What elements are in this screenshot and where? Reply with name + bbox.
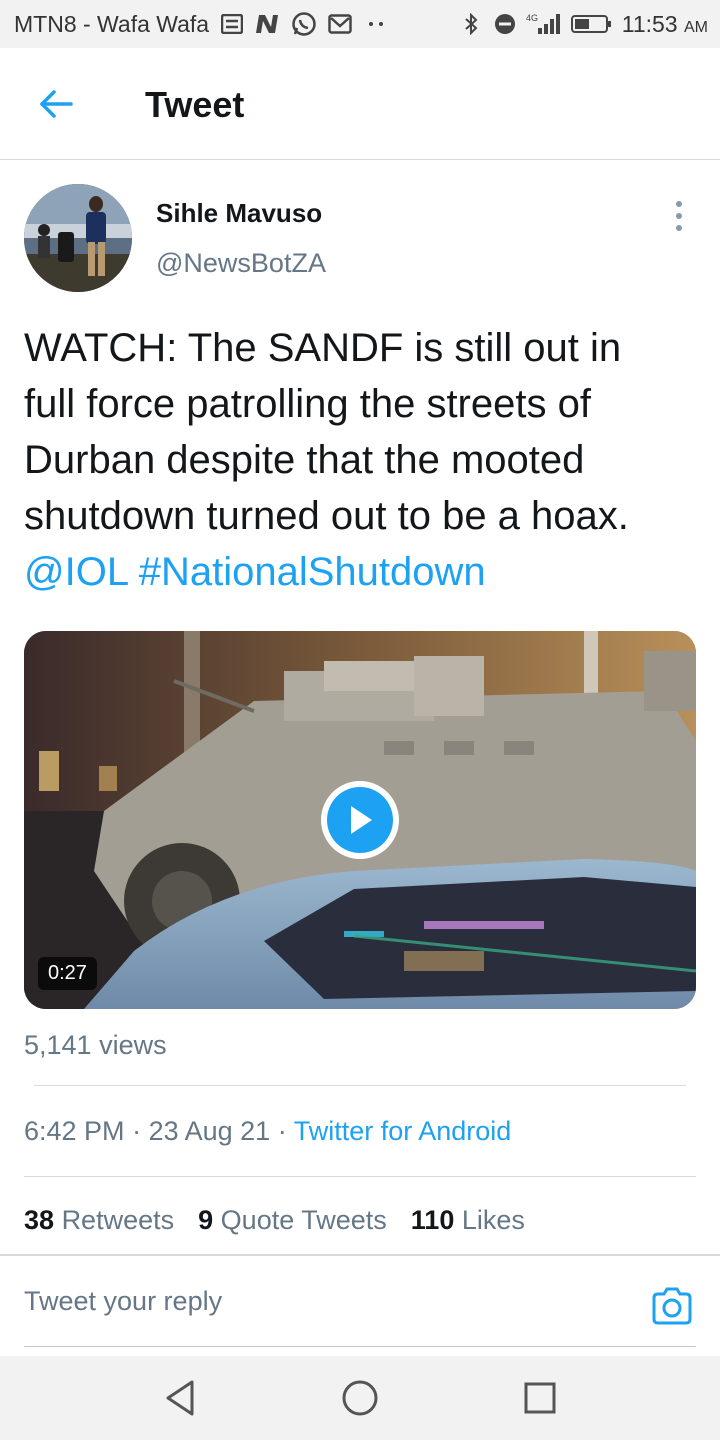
square-recents-icon xyxy=(524,1382,556,1414)
kebab-dot xyxy=(676,213,682,219)
likes-stat[interactable]: 110 Likes xyxy=(411,1205,525,1236)
avatar[interactable] xyxy=(24,184,132,292)
whatsapp-icon xyxy=(291,11,317,37)
battery-icon xyxy=(570,11,614,37)
mention-link[interactable]: @IOL xyxy=(24,550,128,594)
nav-recents-button[interactable] xyxy=(518,1376,562,1420)
do-not-disturb-icon xyxy=(492,11,518,37)
status-time: 11:53 AM xyxy=(621,10,708,37)
tweet-text-line: WATCH: The SANDF is still out in xyxy=(24,326,622,370)
more-options-button[interactable] xyxy=(664,198,694,234)
tweet-text: WATCH: The SANDF is still out in full fo… xyxy=(24,320,704,600)
tweet-time: 6:42 PM xyxy=(24,1116,125,1146)
video-duration: 0:27 xyxy=(38,957,97,990)
message-icon xyxy=(219,11,245,37)
system-nav-bar xyxy=(0,1356,720,1440)
signal-icon: 4G xyxy=(526,11,562,37)
quotes-label: Quote Tweets xyxy=(220,1205,387,1235)
back-button[interactable] xyxy=(34,84,78,124)
reply-bar: Tweet your reply xyxy=(0,1254,720,1356)
gmail-icon xyxy=(327,11,353,37)
app-header: Tweet xyxy=(0,48,720,160)
bluetooth-icon xyxy=(458,11,484,37)
more-notifications-icon xyxy=(363,11,389,37)
quote-tweets-stat[interactable]: 9 Quote Tweets xyxy=(198,1205,387,1236)
tweet-text-line: full force patrolling the streets of xyxy=(24,382,591,426)
nav-back-button[interactable] xyxy=(158,1376,202,1420)
play-button[interactable] xyxy=(321,781,399,859)
author-handle[interactable]: @NewsBotZA xyxy=(156,248,326,279)
tweet-date: 23 Aug 21 xyxy=(148,1116,271,1146)
network-label: 4G xyxy=(526,13,538,23)
page-title: Tweet xyxy=(145,84,245,125)
play-icon xyxy=(327,787,393,853)
retweets-label: Retweets xyxy=(61,1205,175,1235)
divider xyxy=(34,1085,686,1086)
triangle-back-icon xyxy=(166,1380,194,1416)
reply-underline xyxy=(24,1346,696,1347)
arrow-left-icon xyxy=(40,90,73,118)
quotes-count: 9 xyxy=(198,1205,214,1235)
source-app-link[interactable]: Twitter for Android xyxy=(294,1116,512,1146)
tweet-meta: 6:42 PM · 23 Aug 21 · Twitter for Androi… xyxy=(24,1116,512,1146)
hashtag-link[interactable]: #NationalShutdown xyxy=(139,550,486,594)
news-app-icon xyxy=(255,11,281,37)
nav-home-button[interactable] xyxy=(338,1376,382,1420)
retweets-count: 38 xyxy=(24,1205,55,1235)
view-count: 5,141 views xyxy=(24,1030,167,1060)
camera-icon xyxy=(652,1287,692,1325)
status-bar: MTN8 - Wafa Wafa 4G 11:53 AM xyxy=(0,0,720,48)
reply-input[interactable]: Tweet your reply xyxy=(24,1286,222,1317)
engagement-stats: 38 Retweets 9 Quote Tweets 110 Likes xyxy=(24,1205,525,1236)
kebab-menu-icon xyxy=(676,201,682,207)
circle-home-icon xyxy=(342,1380,378,1416)
divider xyxy=(24,1176,696,1177)
likes-count: 110 xyxy=(410,1205,455,1235)
kebab-dot xyxy=(676,225,682,231)
tweet-text-line: shutdown turned out to be a hoax. xyxy=(24,494,629,538)
carrier-name: MTN8 - Wafa Wafa xyxy=(14,10,210,37)
camera-button[interactable] xyxy=(650,1284,694,1328)
retweets-stat[interactable]: 38 Retweets xyxy=(24,1205,174,1236)
author-name[interactable]: Sihle Mavuso xyxy=(156,198,322,229)
tweet-text-line: Durban despite that the mooted xyxy=(24,438,585,482)
likes-label: Likes xyxy=(461,1205,525,1235)
video-player[interactable]: 0:27 xyxy=(24,631,696,1009)
